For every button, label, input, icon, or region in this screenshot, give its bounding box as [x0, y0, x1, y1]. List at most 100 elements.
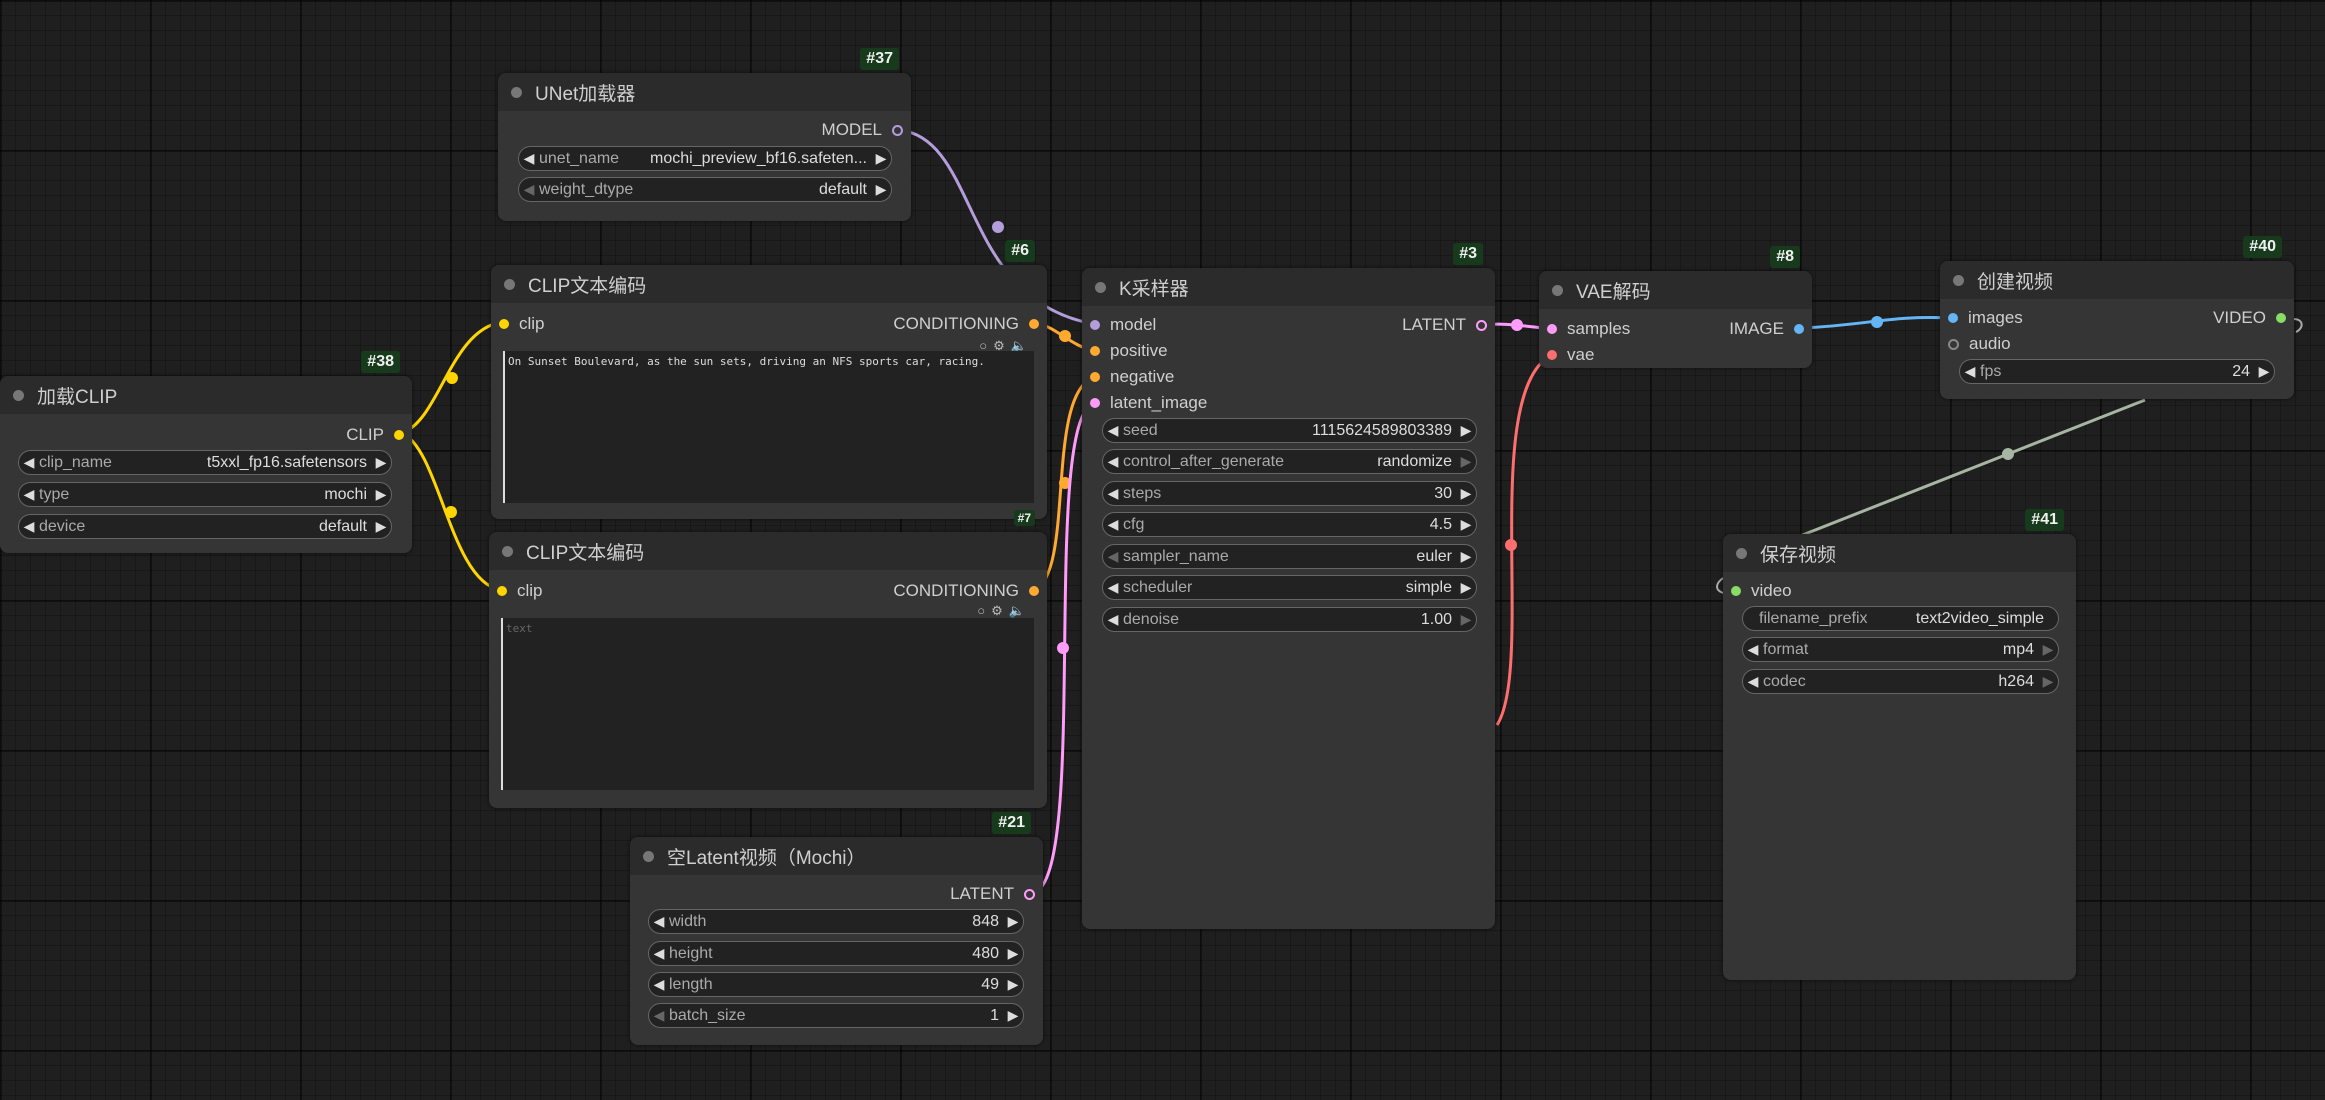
output-slot-clip[interactable]: CLIP	[346, 425, 404, 445]
input-slot-negative[interactable]: negative	[1090, 367, 1174, 387]
audio-input-pin[interactable]	[1948, 338, 1959, 350]
speaker-icon[interactable]: 🔈	[1009, 603, 1025, 619]
decrement-arrow-icon[interactable]: ◀	[1103, 579, 1123, 596]
vae-input-pin[interactable]	[1547, 350, 1557, 360]
images-input-pin[interactable]	[1948, 313, 1958, 323]
increment-arrow-icon[interactable]: ▶	[1456, 579, 1476, 596]
increment-arrow-icon[interactable]: ▶	[1456, 485, 1476, 502]
latent-image-input-pin[interactable]	[1090, 398, 1100, 408]
node-title-bar[interactable]: 加载CLIP	[0, 376, 412, 414]
positive-input-pin[interactable]	[1090, 346, 1100, 356]
input-slot-clip[interactable]: clip	[499, 314, 545, 334]
node-empty-latent-video[interactable]: #21 空Latent视频（Mochi） LATENT ◀ width 848 …	[630, 812, 1043, 1045]
input-slot-clip[interactable]: clip	[497, 581, 543, 601]
widget-seed[interactable]: ◀ seed 1115624589803389 ▶	[1102, 418, 1477, 443]
decrement-arrow-icon[interactable]: ◀	[1103, 485, 1123, 502]
collapse-dot-icon[interactable]	[504, 278, 515, 290]
decrement-arrow-icon[interactable]: ◀	[19, 454, 39, 471]
node-title-bar[interactable]: 创建视频	[1940, 261, 2294, 299]
widget-device[interactable]: ◀ device default ▶	[18, 514, 392, 539]
decrement-arrow-icon[interactable]: ◀	[649, 976, 669, 993]
output-slot-image[interactable]: IMAGE	[1729, 319, 1804, 339]
node-title-bar[interactable]: UNet加载器	[498, 73, 911, 111]
widget-steps[interactable]: ◀ steps 30 ▶	[1102, 481, 1477, 506]
node-save-video[interactable]: #41 保存视频 video filename_prefix text2vide…	[1723, 509, 2076, 980]
node-clip-text-encode-positive[interactable]: #6 CLIP文本编码 clip CONDITIONING ○ ⚙ 🔈 On S…	[491, 240, 1047, 519]
latent-output-pin[interactable]	[1024, 888, 1035, 900]
video-output-pin[interactable]	[2276, 313, 2286, 323]
increment-arrow-icon[interactable]: ▶	[371, 454, 391, 471]
increment-arrow-icon[interactable]: ▶	[1456, 422, 1476, 439]
decrement-arrow-icon[interactable]: ◀	[649, 945, 669, 962]
gear-icon[interactable]: ⚙	[991, 603, 1003, 619]
collapse-dot-icon[interactable]	[1736, 547, 1747, 559]
input-slot-samples[interactable]: samples	[1547, 319, 1630, 339]
widget-denoise[interactable]: ◀ denoise 1.00 ▶	[1102, 607, 1477, 632]
widget-clip-name[interactable]: ◀ clip_name t5xxl_fp16.safetensors ▶	[18, 450, 392, 475]
decrement-arrow-icon[interactable]: ◀	[1960, 363, 1980, 380]
node-ksampler[interactable]: #3 K采样器 model LATENT positive negative l…	[1082, 243, 1495, 929]
prompt-textarea[interactable]: text	[501, 618, 1034, 790]
decrement-arrow-icon[interactable]: ◀	[1103, 453, 1123, 470]
conditioning-output-pin[interactable]	[1029, 319, 1039, 329]
node-clip-text-encode-negative[interactable]: #7 CLIP文本编码 clip CONDITIONING ○ ⚙ 🔈 text	[489, 510, 1047, 808]
increment-arrow-icon[interactable]: ▶	[871, 150, 891, 167]
output-slot-video[interactable]: VIDEO	[2213, 308, 2286, 328]
increment-arrow-icon[interactable]: ▶	[2254, 363, 2274, 380]
input-slot-positive[interactable]: positive	[1090, 341, 1168, 361]
widget-type[interactable]: ◀ type mochi ▶	[18, 482, 392, 507]
increment-arrow-icon[interactable]: ▶	[1003, 913, 1023, 930]
link-image-midpoint[interactable]	[1871, 316, 1883, 328]
increment-arrow-icon[interactable]: ▶	[1456, 516, 1476, 533]
node-title-bar[interactable]: 保存视频	[1723, 534, 2076, 572]
latent-output-pin[interactable]	[1476, 319, 1487, 331]
link-positive-midpoint[interactable]	[1059, 330, 1071, 342]
widget-scheduler[interactable]: ◀ scheduler simple ▶	[1102, 575, 1477, 600]
widget-sampler-name[interactable]: ◀ sampler_name euler ▶	[1102, 544, 1477, 569]
input-slot-audio[interactable]: audio	[1948, 334, 2011, 354]
link-vae[interactable]	[1495, 353, 1552, 726]
widget-fps[interactable]: ◀ fps 24 ▶	[1959, 359, 2275, 384]
increment-arrow-icon[interactable]: ▶	[1003, 1007, 1023, 1024]
clip-input-pin[interactable]	[499, 319, 509, 329]
node-load-clip[interactable]: #38 加载CLIP CLIP ◀ clip_name t5xxl_fp16.s…	[0, 351, 412, 553]
output-slot-latent[interactable]: LATENT	[950, 884, 1035, 904]
output-slot-latent[interactable]: LATENT	[1402, 315, 1487, 335]
widget-batch-size[interactable]: ◀ batch_size 1 ▶	[648, 1003, 1024, 1028]
collapse-dot-icon[interactable]	[13, 389, 24, 401]
collapse-dot-icon[interactable]	[643, 850, 654, 862]
collapse-dot-icon[interactable]	[511, 86, 522, 98]
image-output-pin[interactable]	[1794, 324, 1804, 334]
node-create-video[interactable]: #40 创建视频 images VIDEO audio ◀ fps 24 ▶	[1940, 236, 2294, 399]
increment-arrow-icon[interactable]: ▶	[2038, 641, 2058, 658]
collapse-dot-icon[interactable]	[502, 545, 513, 557]
node-title-bar[interactable]: K采样器	[1082, 268, 1495, 306]
input-slot-model[interactable]: model	[1090, 315, 1156, 335]
collapse-dot-icon[interactable]	[1953, 274, 1964, 286]
widget-unet-name[interactable]: ◀ unet_name mochi_preview_bf16.safeten..…	[518, 146, 892, 171]
widget-height[interactable]: ◀ height 480 ▶	[648, 941, 1024, 966]
decrement-arrow-icon[interactable]: ◀	[1103, 422, 1123, 439]
node-title-bar[interactable]: CLIP文本编码	[489, 532, 1047, 570]
node-vae-decode[interactable]: #8 VAE解码 samples IMAGE vae	[1539, 246, 1812, 368]
decrement-arrow-icon[interactable]: ◀	[19, 518, 39, 535]
node-title-bar[interactable]: VAE解码	[1539, 271, 1812, 309]
link-video-midpoint[interactable]	[2002, 448, 2014, 460]
increment-arrow-icon[interactable]: ▶	[1456, 548, 1476, 565]
negative-input-pin[interactable]	[1090, 372, 1100, 382]
widget-control-after-generate[interactable]: ◀ control_after_generate randomize ▶	[1102, 449, 1477, 474]
decrement-arrow-icon[interactable]: ◀	[649, 1007, 669, 1024]
input-slot-latent-image[interactable]: latent_image	[1090, 393, 1207, 413]
increment-arrow-icon[interactable]: ▶	[2038, 673, 2058, 690]
decrement-arrow-icon[interactable]: ◀	[1743, 673, 1763, 690]
increment-arrow-icon[interactable]: ▶	[371, 486, 391, 503]
output-slot-conditioning[interactable]: CONDITIONING	[893, 314, 1039, 334]
widget-codec[interactable]: ◀ codec h264 ▶	[1742, 669, 2059, 694]
link-clip-positive-midpoint[interactable]	[446, 372, 458, 384]
increment-arrow-icon[interactable]: ▶	[871, 181, 891, 198]
increment-arrow-icon[interactable]: ▶	[371, 518, 391, 535]
widget-weight-dtype[interactable]: ◀ weight_dtype default ▶	[518, 177, 892, 202]
increment-arrow-icon[interactable]: ▶	[1456, 611, 1476, 628]
output-slot-conditioning[interactable]: CONDITIONING	[893, 581, 1039, 601]
link-latent-image-midpoint[interactable]	[1057, 642, 1069, 654]
